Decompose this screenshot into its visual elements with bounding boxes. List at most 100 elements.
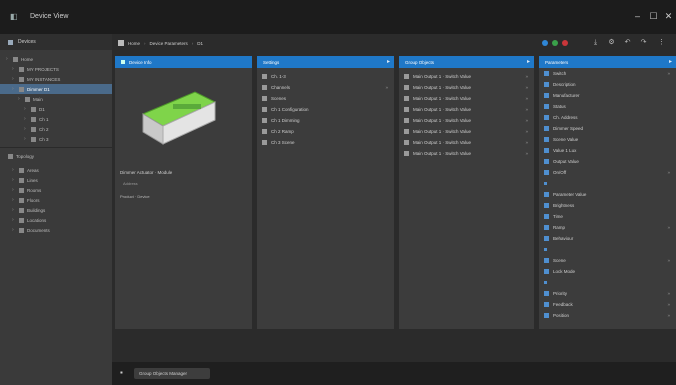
chevron-right-icon[interactable]: » — [525, 96, 528, 101]
panel-icon[interactable]: ▪ — [120, 369, 128, 377]
chevron-right-icon[interactable]: » — [525, 129, 528, 134]
tree-item[interactable]: › Buildings — [0, 205, 112, 215]
expand-icon[interactable]: › — [12, 187, 16, 193]
download-icon[interactable]: ⤓ — [592, 39, 599, 47]
list-item[interactable]: Ramp » — [539, 222, 676, 233]
topology-header[interactable]: Topology — [0, 151, 112, 161]
chevron-right-icon[interactable]: » — [525, 118, 528, 123]
status-dot-blue[interactable] — [542, 40, 548, 46]
expand-icon[interactable]: › — [24, 106, 28, 112]
maximize-button[interactable]: ☐ — [649, 12, 658, 21]
more-icon[interactable]: ⋮ — [658, 39, 665, 47]
home-icon[interactable] — [118, 40, 124, 46]
list-item[interactable] — [539, 277, 676, 288]
tree-item[interactable]: › Main — [0, 94, 112, 104]
list-item[interactable]: Status — [539, 101, 676, 112]
expand-icon[interactable]: › — [12, 207, 16, 213]
tree-item[interactable]: › MY PROJECTS — [0, 64, 112, 74]
expand-icon[interactable]: › — [12, 66, 16, 72]
list-item[interactable]: Main Output 1 · Switch Value » — [399, 71, 534, 82]
list-item[interactable]: Main Output 1 · Switch Value » — [399, 104, 534, 115]
list-item[interactable]: Switch » — [539, 68, 676, 79]
list-item[interactable]: Lock Mode — [539, 266, 676, 277]
close-button[interactable]: ✕ — [664, 12, 673, 21]
expand-icon[interactable]: › — [12, 217, 16, 223]
tree-item[interactable]: › Locations — [0, 215, 112, 225]
list-item[interactable]: Ch 2 Ramp — [257, 126, 394, 137]
tree-item[interactable]: › Floors — [0, 195, 112, 205]
breadcrumb-device[interactable]: D1 — [197, 41, 203, 46]
settings-icon[interactable]: ⚙ — [608, 39, 615, 47]
redo-icon[interactable]: ↷ — [640, 39, 647, 47]
tree-item[interactable]: › Ch 3 — [0, 134, 112, 144]
chevron-right-icon[interactable]: » — [667, 71, 670, 76]
expand-icon[interactable]: › — [12, 177, 16, 183]
expand-icon[interactable]: › — [12, 227, 16, 233]
list-item[interactable]: Main Output 1 · Switch Value » — [399, 93, 534, 104]
tree-item[interactable]: › Areas — [0, 165, 112, 175]
chevron-right-icon[interactable]: » — [525, 151, 528, 156]
list-item[interactable] — [539, 244, 676, 255]
list-item[interactable]: Main Output 1 · Switch Value » — [399, 148, 534, 159]
chevron-right-icon[interactable]: » — [385, 85, 388, 90]
list-item[interactable]: Value 1 Lux — [539, 145, 676, 156]
chevron-right-icon[interactable]: » — [667, 170, 670, 175]
tree-item[interactable]: › Ch 1 — [0, 114, 112, 124]
expand-icon[interactable]: › — [12, 167, 16, 173]
list-item[interactable]: Parameter Value — [539, 189, 676, 200]
chevron-right-icon[interactable]: » — [525, 85, 528, 90]
list-item[interactable]: Ch. 1-3 — [257, 71, 394, 82]
minimize-button[interactable]: ‒ — [633, 12, 642, 21]
pin-icon[interactable]: ▸ — [387, 58, 390, 66]
expand-icon[interactable]: › — [12, 197, 16, 203]
tree-item[interactable]: › Rooms — [0, 185, 112, 195]
list-item[interactable]: Priority » — [539, 288, 676, 299]
chevron-right-icon[interactable]: » — [667, 258, 670, 263]
tree-item[interactable]: › Home — [0, 54, 112, 64]
expand-icon[interactable]: › — [24, 136, 28, 142]
expand-icon[interactable]: › — [12, 76, 16, 82]
chevron-right-icon[interactable]: » — [667, 225, 670, 230]
list-item[interactable]: Channels » — [257, 82, 394, 93]
status-dot-green[interactable] — [552, 40, 558, 46]
pin-icon[interactable]: ▸ — [527, 58, 530, 66]
chevron-right-icon[interactable]: » — [667, 291, 670, 296]
expand-icon[interactable]: › — [18, 96, 22, 102]
tree-item[interactable]: › Dimmer D1 — [0, 84, 112, 94]
list-item[interactable]: Time — [539, 211, 676, 222]
expand-icon[interactable]: › — [24, 126, 28, 132]
list-item[interactable]: Ch. Address — [539, 112, 676, 123]
chevron-right-icon[interactable]: » — [667, 313, 670, 318]
list-item[interactable]: Description — [539, 79, 676, 90]
status-dot-red[interactable] — [562, 40, 568, 46]
breadcrumb-home[interactable]: Home — [128, 41, 140, 46]
list-item[interactable]: Scenes — [257, 93, 394, 104]
pin-icon[interactable]: ▸ — [669, 58, 672, 66]
breadcrumb-parameters[interactable]: Device Parameters — [150, 41, 188, 46]
list-item[interactable]: Main Output 1 · Switch Value » — [399, 115, 534, 126]
list-item[interactable]: Ch 1 Configuration — [257, 104, 394, 115]
chevron-right-icon[interactable]: » — [667, 302, 670, 307]
list-item[interactable]: Main Output 1 · Switch Value » — [399, 82, 534, 93]
list-item[interactable]: Position » — [539, 310, 676, 321]
sidebar-header[interactable]: Devices — [0, 34, 112, 50]
list-item[interactable]: Behaviour — [539, 233, 676, 244]
undo-icon[interactable]: ↶ — [624, 39, 631, 47]
tree-item[interactable]: › MY INSTANCES — [0, 74, 112, 84]
list-item[interactable]: Brightness — [539, 200, 676, 211]
expand-icon[interactable]: › — [12, 86, 16, 92]
list-item[interactable] — [539, 178, 676, 189]
tree-item[interactable]: › Documents — [0, 225, 112, 235]
list-item[interactable]: Ch 1 Dimming — [257, 115, 394, 126]
list-item[interactable]: Main Output 1 · Switch Value » — [399, 137, 534, 148]
chevron-right-icon[interactable]: » — [525, 74, 528, 79]
tree-item[interactable]: › Lines — [0, 175, 112, 185]
list-item[interactable]: Scene Value — [539, 134, 676, 145]
expand-icon[interactable]: › — [24, 116, 28, 122]
list-item[interactable]: Output Value — [539, 156, 676, 167]
chevron-right-icon[interactable]: » — [525, 140, 528, 145]
group-objects-manager-tab[interactable]: Group Objects Manager — [134, 368, 210, 379]
list-item[interactable]: Manufacturer — [539, 90, 676, 101]
chevron-right-icon[interactable]: » — [525, 107, 528, 112]
list-item[interactable]: Dimmer Speed — [539, 123, 676, 134]
